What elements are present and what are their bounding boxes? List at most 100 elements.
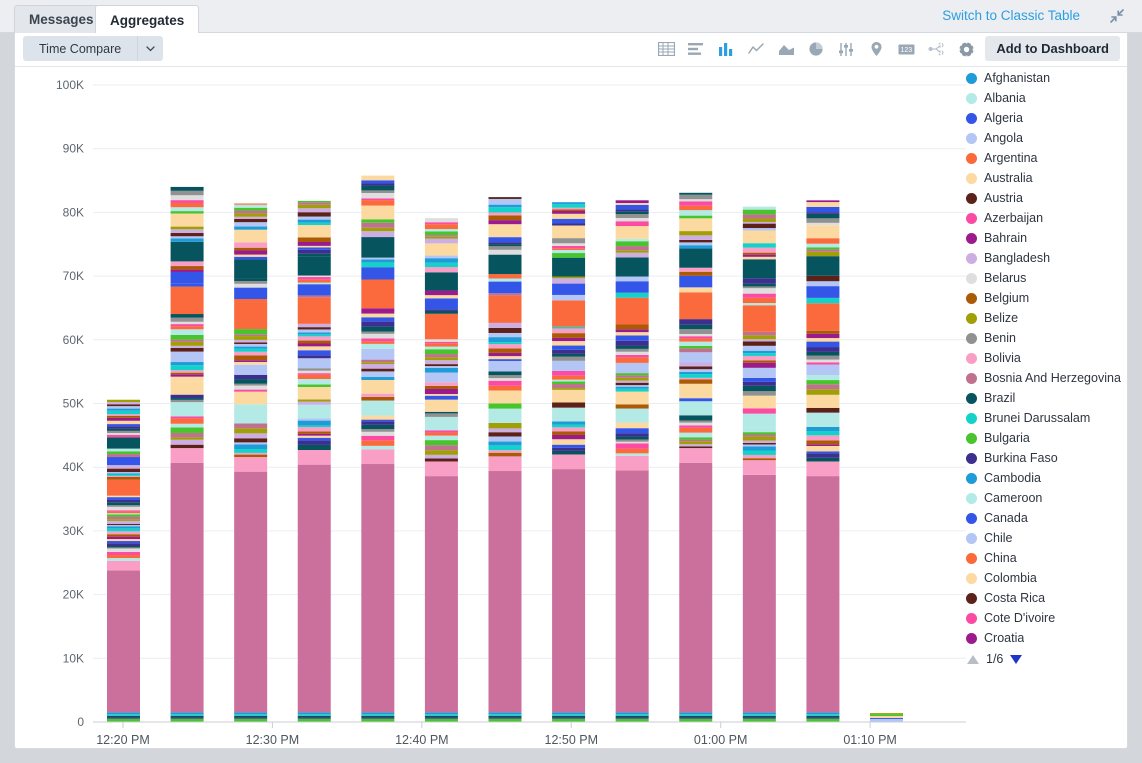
bar-segment [679,216,712,219]
legend-item[interactable]: Austria [966,188,1129,208]
bar-segment [425,436,458,441]
legend-item[interactable]: Brunei Darussalam [966,408,1129,428]
tab-aggregates[interactable]: Aggregates [95,5,199,34]
number-123-icon[interactable]: 123 [891,37,921,61]
node-graph-icon[interactable] [921,37,951,61]
legend-item[interactable]: Chile [966,528,1129,548]
bar-stack[interactable] [870,713,903,722]
bar-segment [679,440,712,442]
bar-segment [234,423,267,428]
legend-item[interactable]: Azerbaijan [966,208,1129,228]
legend-color-swatch [966,553,977,564]
bar-segment [489,278,522,281]
stacked-bar-chart[interactable]: 010K20K30K40K50K60K70K80K90K100K12:20 PM… [15,67,975,748]
bar-segment [552,246,585,248]
bar-stack[interactable] [361,176,394,722]
legend-item[interactable]: Belgium [966,288,1129,308]
legend-color-swatch [966,353,977,364]
bar-segment [616,453,649,455]
legend-item[interactable]: Bulgaria [966,428,1129,448]
legend-item[interactable]: Cote D'ivoire [966,608,1129,628]
legend-item[interactable]: Croatia [966,628,1129,648]
bar-segment [616,456,649,471]
bar-segment [425,366,458,368]
pie-chart-icon[interactable] [801,37,831,61]
bar-stack[interactable] [679,193,712,722]
legend-item[interactable]: Afghanistan [966,68,1129,88]
bar-segment [171,402,204,416]
triangle-down-icon[interactable] [1010,655,1022,664]
collapse-arrows-icon[interactable] [1108,7,1126,25]
bar-segment [107,511,140,513]
bar-segment [806,356,839,360]
bar-stack[interactable] [743,207,776,722]
legend-item[interactable]: Brazil [966,388,1129,408]
bar-segment [552,361,585,371]
legend-item[interactable]: Burkina Faso [966,448,1129,468]
bar-stack[interactable] [489,197,522,722]
bar-segment [870,716,903,718]
legend-item[interactable]: Belarus [966,268,1129,288]
line-chart-icon[interactable] [741,37,771,61]
bar-stack[interactable] [552,202,585,722]
legend-item[interactable]: Angola [966,128,1129,148]
bar-stack[interactable] [298,201,331,722]
sliders-icon[interactable] [831,37,861,61]
legend-item[interactable]: Bahrain [966,228,1129,248]
legend-item[interactable]: Albania [966,88,1129,108]
gear-icon[interactable] [951,37,981,61]
bar-segment-dominant [489,471,522,712]
legend-item[interactable]: Canada [966,508,1129,528]
legend-item[interactable]: Bangladesh [966,248,1129,268]
legend-item[interactable]: Costa Rica [966,588,1129,608]
map-pin-icon[interactable] [861,37,891,61]
bar-segment [552,448,585,451]
legend-item[interactable]: Cameroon [966,488,1129,508]
bar-segment [552,402,585,407]
bar-stack[interactable] [107,400,140,722]
chart-card: Time Compare [14,33,1128,749]
chart-legend[interactable]: AfghanistanAlbaniaAlgeriaAngolaArgentina… [966,68,1129,748]
bar-segment [679,199,712,201]
triangle-up-icon[interactable] [967,655,979,664]
bar-stack[interactable] [806,200,839,722]
bar-segment [298,280,331,283]
bar-segment [361,440,394,446]
bar-segment [361,327,394,332]
bar-stack[interactable] [171,187,204,722]
legend-item[interactable]: Colombia [966,568,1129,588]
bar-stack[interactable] [234,203,267,722]
legend-item[interactable]: Bosnia And Herzegovina [966,368,1129,388]
area-chart-icon[interactable] [771,37,801,61]
legend-item-label: Costa Rica [984,591,1045,605]
x-axis-tick-label: 12:50 PM [545,733,599,747]
legend-item[interactable]: Australia [966,168,1129,188]
bar-segment [234,203,267,204]
vertical-bar-chart-icon[interactable] [711,37,741,61]
legend-item[interactable]: Benin [966,328,1129,348]
bar-segment [743,294,776,298]
time-compare-button[interactable]: Time Compare [23,36,163,61]
bar-segment [234,284,267,288]
bar-segment [234,288,267,299]
legend-item[interactable]: Cambodia [966,468,1129,488]
bar-segment [743,335,776,339]
bar-segment [107,477,140,480]
bar-stack[interactable] [425,218,458,722]
switch-to-classic-table-link[interactable]: Switch to Classic Table [942,8,1080,23]
bar-stack[interactable] [616,200,649,722]
table-icon[interactable] [651,37,681,61]
bar-segment [552,284,585,295]
legend-item[interactable]: Bolivia [966,348,1129,368]
legend-item[interactable]: Argentina [966,148,1129,168]
horizontal-bar-chart-icon[interactable] [681,37,711,61]
bar-segment [361,206,394,220]
legend-item[interactable]: China [966,548,1129,568]
chevron-down-icon[interactable] [138,36,163,61]
bar-segment [107,435,140,438]
bar-segment [743,284,776,287]
legend-item[interactable]: Belize [966,308,1129,328]
legend-item[interactable]: Algeria [966,108,1129,128]
add-to-dashboard-button[interactable]: Add to Dashboard [985,36,1120,61]
bar-segment [616,239,649,241]
